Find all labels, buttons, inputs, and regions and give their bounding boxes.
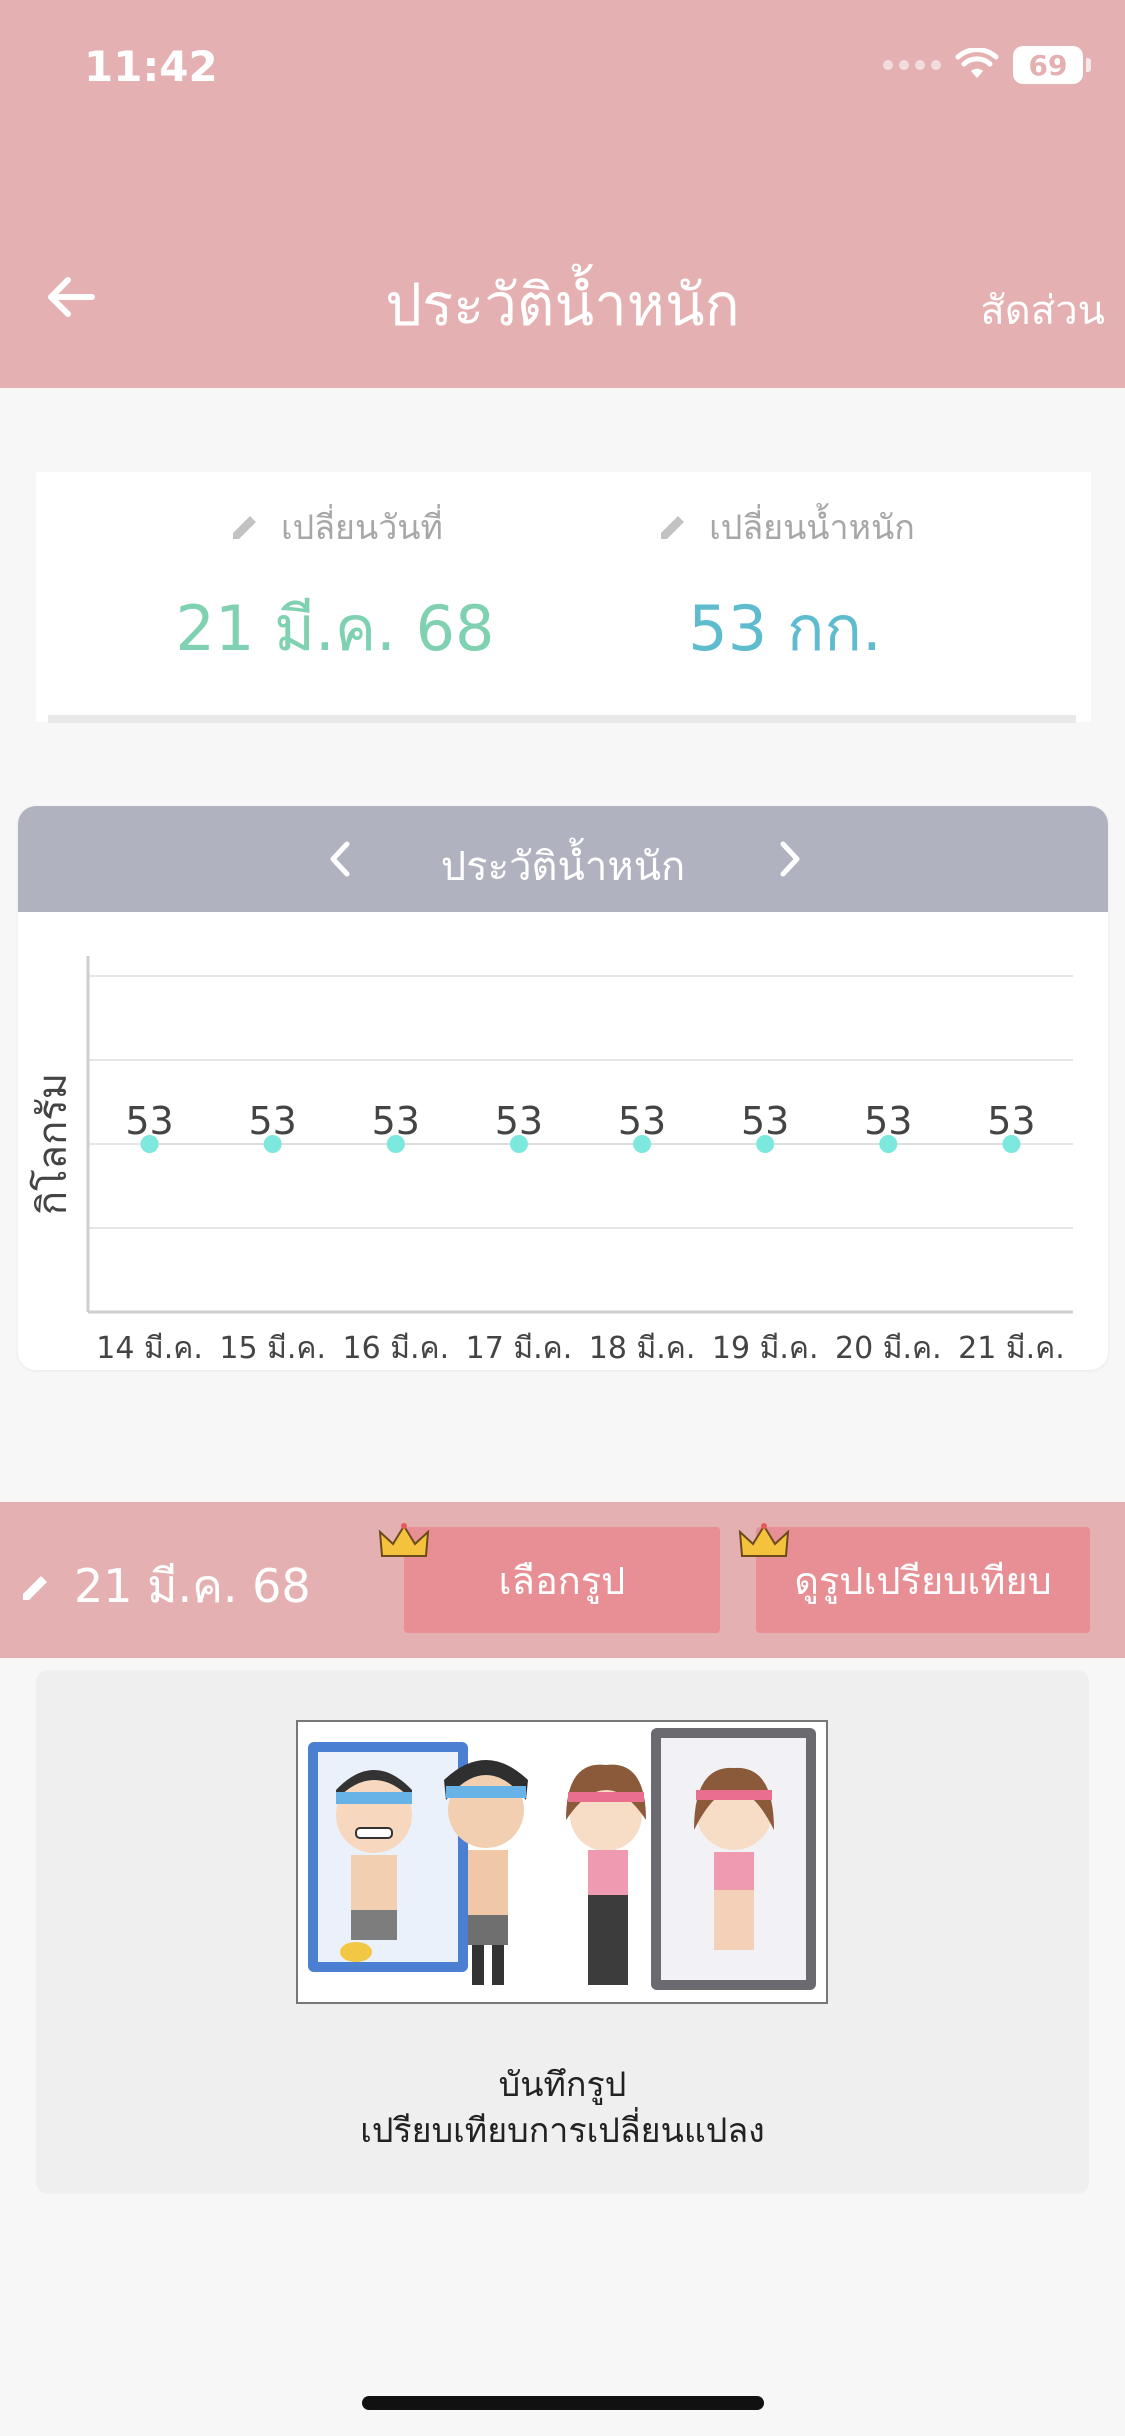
x-tick-label: 21 มี.ค. xyxy=(958,1331,1065,1366)
change-date-label: เปลี่ยนวันที่ xyxy=(281,508,443,548)
status-time: 11:42 xyxy=(84,42,218,91)
y-axis-label: กิโลกรัม xyxy=(30,1073,76,1215)
photo-bar: 21 มี.ค. 68 เลือกรูป ดูรูปเปรียบเทียบ xyxy=(0,1502,1125,1658)
page-title: ประวัติน้ำหนัก xyxy=(385,271,740,339)
weight-value: 53 กก. xyxy=(688,592,882,665)
select-photo-button[interactable]: เลือกรูป xyxy=(404,1527,720,1633)
caption-line-1: บันทึกรูป xyxy=(498,2065,627,2105)
data-label: 53 xyxy=(125,1099,173,1143)
compare-photos-button[interactable]: ดูรูปเปรียบเทียบ xyxy=(756,1527,1090,1633)
crown-icon xyxy=(378,1523,430,1557)
data-label: 53 xyxy=(741,1099,789,1143)
x-tick-label: 16 มี.ค. xyxy=(342,1331,449,1366)
proportion-link[interactable]: สัดส่วน xyxy=(980,278,1105,342)
mirror-illustration xyxy=(296,1720,828,2004)
status-icons: 69 xyxy=(883,46,1091,84)
x-tick-label: 19 มี.ค. xyxy=(712,1331,819,1366)
weight-history-chart-card: ประวัติน้ำหนัก กิโลกรัม 53 14 มี.ค. 53 15 มี… xyxy=(18,806,1108,1370)
data-label: 53 xyxy=(372,1099,420,1143)
data-label: 53 xyxy=(987,1099,1035,1143)
photo-date: 21 มี.ค. 68 xyxy=(74,1559,311,1613)
data-label: 53 xyxy=(618,1099,666,1143)
x-tick-label: 20 มี.ค. xyxy=(835,1331,942,1366)
cellular-signal-icon xyxy=(883,60,941,70)
crown-icon xyxy=(738,1523,790,1557)
pencil-icon xyxy=(23,1575,47,1600)
x-tick-label: 18 มี.ค. xyxy=(589,1331,696,1366)
photo-caption: บันทึกรูป เปรียบเทียบการเปลี่ยนแปลง xyxy=(36,2062,1089,2154)
date-value: 21 มี.ค. 68 xyxy=(175,592,495,665)
x-tick-label: 17 มี.ค. xyxy=(466,1331,573,1366)
x-tick-label: 15 มี.ค. xyxy=(219,1331,326,1366)
pencil-icon xyxy=(233,516,257,539)
change-date-section[interactable]: เปลี่ยนวันที่ 21 มี.ค. 68 xyxy=(125,500,545,678)
data-label: 53 xyxy=(249,1099,297,1143)
caption-line-2: เปรียบเทียบการเปลี่ยนแปลง xyxy=(360,2111,765,2151)
x-tick-label: 14 มี.ค. xyxy=(96,1331,203,1366)
home-indicator xyxy=(362,2396,764,2410)
change-weight-label: เปลี่ยนน้ำหนัก xyxy=(709,508,915,548)
wifi-icon xyxy=(955,48,999,78)
data-label: 53 xyxy=(495,1099,543,1143)
divider xyxy=(48,715,1076,723)
weight-line-chart: กิโลกรัม 53 14 มี.ค. 53 15 มี.ค. 53 16 มี.ค. 53… xyxy=(30,956,1073,1366)
photo-date-section[interactable]: 21 มี.ค. 68 xyxy=(18,1550,311,1623)
battery-icon: 69 xyxy=(1013,46,1091,84)
top-bar: 11:42 69 ประวัติน้ำหนัก สัดส่วน xyxy=(0,0,1125,388)
change-weight-section[interactable]: เปลี่ยนน้ำหนัก 53 กก. xyxy=(575,500,995,678)
pencil-icon xyxy=(661,516,685,539)
data-label: 53 xyxy=(864,1099,912,1143)
